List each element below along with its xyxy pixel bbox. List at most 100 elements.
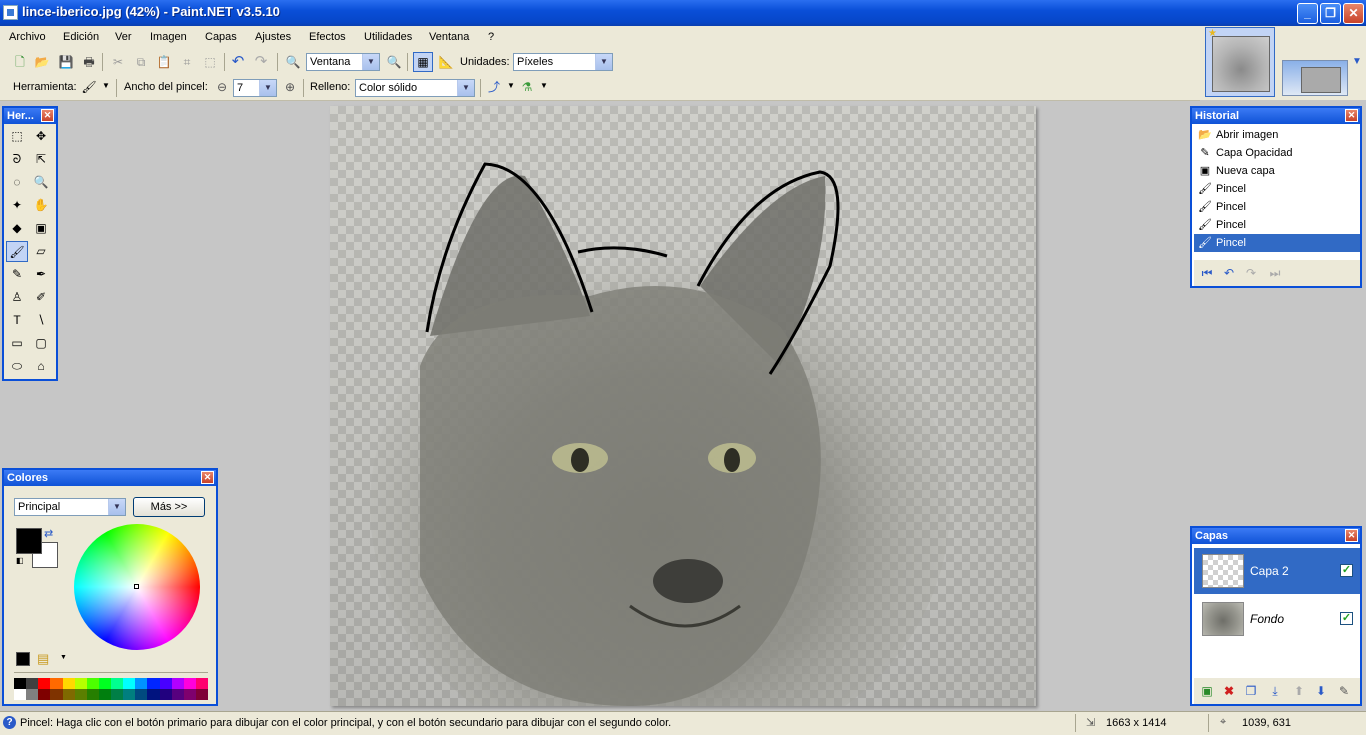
zoom-in-icon[interactable]: 🔍 [385, 53, 403, 71]
copy-icon[interactable]: ⧉ [132, 53, 150, 71]
layers-panel-header[interactable]: Capas [1192, 528, 1360, 544]
palette-swatch[interactable] [98, 678, 111, 689]
palette-swatch[interactable] [74, 678, 87, 689]
palette-swatch[interactable] [86, 689, 99, 700]
move-layer-up-icon[interactable]: ⬆ [1290, 682, 1308, 700]
color-mode-combo[interactable]: Principal ▼ [14, 498, 126, 516]
menu-efectos[interactable]: Efectos [309, 31, 346, 43]
rewind-icon[interactable]: ⏮ [1198, 264, 1216, 282]
layer-properties-icon[interactable]: ✎ [1335, 682, 1353, 700]
close-button[interactable]: ✕ [1343, 3, 1364, 24]
palette-swatch[interactable] [171, 678, 184, 689]
gradient-tool-icon[interactable]: ▣ [30, 218, 52, 239]
rectangle-tool-icon[interactable]: ▭ [6, 333, 28, 354]
palette-swatch[interactable] [171, 689, 184, 700]
grid-icon[interactable]: ▦ [413, 52, 433, 72]
paint-bucket-tool-icon[interactable]: ◆ [6, 218, 28, 239]
lasso-select-tool-icon[interactable]: ᘐ [6, 149, 28, 170]
move-selection-tool-icon[interactable]: ⇱ [30, 149, 52, 170]
decrease-width-icon[interactable]: ⊖ [213, 78, 231, 96]
chevron-down-icon[interactable]: ▼ [60, 654, 67, 661]
layer-visibility-checkbox[interactable]: ✓ [1340, 612, 1353, 625]
ellipse-select-tool-icon[interactable]: ◌ [6, 172, 28, 193]
magic-wand-tool-icon[interactable]: ✦ [6, 195, 28, 216]
add-layer-icon[interactable]: ▣ [1198, 682, 1216, 700]
text-tool-icon[interactable]: T [6, 310, 28, 331]
menu-ventana[interactable]: Ventana [429, 31, 469, 43]
color-picker-tool-icon[interactable]: ✒ [30, 264, 52, 285]
chevron-down-icon[interactable]: ▼ [540, 81, 548, 90]
palette-swatch[interactable] [26, 678, 39, 689]
menu-help[interactable]: ? [488, 31, 494, 43]
redo-icon[interactable]: ↷ [1242, 264, 1260, 282]
line-curve-tool-icon[interactable]: ∖ [30, 310, 52, 331]
palette-swatch[interactable] [50, 678, 63, 689]
palette-swatch[interactable] [183, 678, 196, 689]
merge-layer-icon[interactable]: ⤓ [1266, 682, 1284, 700]
more-colors-button[interactable]: Más >> [133, 497, 205, 517]
colors-panel-header[interactable]: Colores [4, 470, 216, 486]
redo-icon[interactable]: ↷ [252, 53, 270, 71]
layer-row[interactable]: Capa 2 ✓ [1194, 548, 1360, 594]
palette-swatch[interactable] [123, 689, 136, 700]
crop-icon[interactable]: ⌗ [178, 53, 196, 71]
open-icon[interactable]: 📂 [33, 53, 51, 71]
image-canvas[interactable] [330, 106, 1036, 706]
menu-archivo[interactable]: Archivo [9, 31, 46, 43]
maximize-button[interactable]: ❐ [1320, 3, 1341, 24]
layer-visibility-checkbox[interactable]: ✓ [1340, 564, 1353, 577]
fill-combo[interactable]: Color sólido ▼ [355, 79, 475, 97]
palette-swatch[interactable] [74, 689, 87, 700]
chevron-down-icon[interactable]: ▼ [1352, 56, 1362, 67]
close-icon[interactable]: ✕ [201, 471, 214, 484]
close-icon[interactable]: ✕ [1345, 529, 1358, 542]
history-item[interactable]: ✎ Capa Opacidad [1194, 144, 1360, 162]
ellipse-tool-icon[interactable]: ⬭ [6, 356, 28, 377]
layer-row[interactable]: Fondo ✓ [1194, 596, 1360, 642]
primary-mini-swatch[interactable] [16, 652, 30, 666]
palette-swatch[interactable] [135, 689, 148, 700]
close-icon[interactable]: ✕ [1345, 109, 1358, 122]
chevron-down-icon[interactable]: ▼ [507, 81, 515, 90]
swap-colors-icon[interactable]: ⇄ [44, 527, 53, 540]
units-combo[interactable]: Píxeles ▼ [513, 53, 613, 71]
palette-swatch[interactable] [62, 689, 75, 700]
image-tab-active[interactable]: ★ [1205, 27, 1275, 97]
antialiasing-icon[interactable]: ⤴ [485, 78, 503, 96]
palette-swatch[interactable] [147, 689, 160, 700]
app-icon[interactable] [3, 5, 18, 20]
color-wheel[interactable] [74, 524, 200, 650]
zoom-combo[interactable]: Ventana ▼ [306, 53, 380, 71]
brush-width-combo[interactable]: 7 ▼ [233, 79, 277, 97]
palette-swatch[interactable] [38, 689, 51, 700]
clone-stamp-tool-icon[interactable]: ♙ [6, 287, 28, 308]
palette-swatch[interactable] [183, 689, 196, 700]
history-panel-header[interactable]: Historial [1192, 108, 1360, 124]
paste-icon[interactable]: 📋 [155, 53, 173, 71]
history-item[interactable]: 🖌 Pincel [1194, 198, 1360, 216]
palette-swatch[interactable] [14, 678, 27, 689]
palette-swatch[interactable] [98, 689, 111, 700]
minimize-button[interactable]: _ [1297, 3, 1318, 24]
history-item[interactable]: 🖌 Pincel [1194, 216, 1360, 234]
rulers-icon[interactable]: 📐 [437, 53, 455, 71]
cut-icon[interactable]: ✂ [109, 53, 127, 71]
history-item[interactable]: 📂 Abrir imagen [1194, 126, 1360, 144]
new-image-icon[interactable]: 🗋 [11, 53, 29, 71]
palette-swatch[interactable] [135, 678, 148, 689]
zoom-tool-icon[interactable]: 🔍 [30, 172, 52, 193]
palette-swatch[interactable] [50, 689, 63, 700]
chevron-down-icon[interactable]: ▼ [102, 81, 110, 90]
freeform-shape-tool-icon[interactable]: ⌂ [30, 356, 52, 377]
move-selected-tool-icon[interactable]: ✥ [30, 126, 52, 147]
chevron-down-icon[interactable]: ▼ [362, 54, 379, 70]
print-icon[interactable]: 🖶 [80, 53, 98, 71]
move-layer-down-icon[interactable]: ⬇ [1312, 682, 1330, 700]
palette-swatch[interactable] [38, 678, 51, 689]
menu-utilidades[interactable]: Utilidades [364, 31, 412, 43]
title-bar[interactable]: lince-iberico.jpg (42%) - Paint.NET v3.5… [0, 0, 1366, 26]
palette-swatch[interactable] [14, 689, 27, 700]
recolor-tool-icon[interactable]: ✐ [30, 287, 52, 308]
palette-swatch[interactable] [147, 678, 160, 689]
menu-edicion[interactable]: Edición [63, 31, 99, 43]
